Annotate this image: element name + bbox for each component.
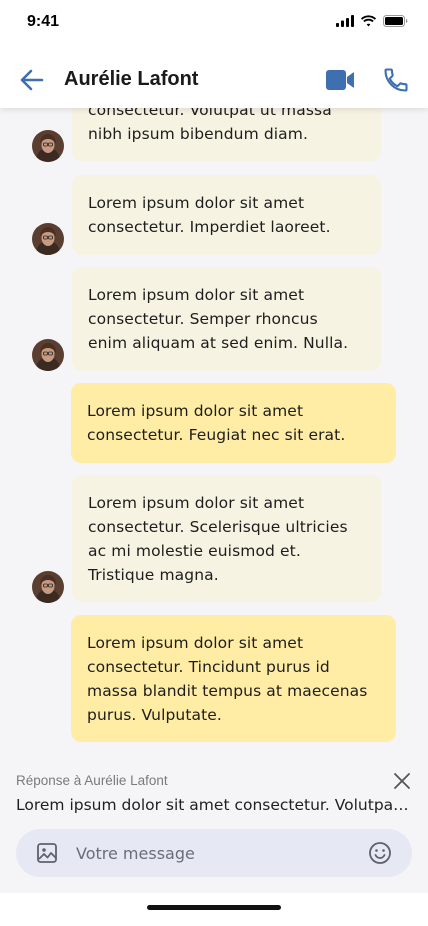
chat-messages[interactable]: consectetur. Volutpat ut massa nibh ipsu… [0,108,428,756]
message-text: Lorem ipsum dolor sit amet consectetur. … [87,402,346,444]
status-time: 9:41 [27,13,60,30]
message-bubble-incoming: Lorem ipsum dolor sit amet consectetur. … [72,475,381,602]
message-bubble-outgoing: Lorem ipsum dolor sit amet consectetur. … [71,615,396,742]
message-bubble-incoming: Lorem ipsum dolor sit amet consectetur. … [72,175,381,255]
avatar [32,339,64,371]
message-bubble-outgoing: Lorem ipsum dolor sit amet consectetur. … [71,383,396,463]
attach-image-button[interactable] [36,842,58,864]
phone-call-button[interactable] [382,66,410,94]
video-camera-icon [326,70,354,90]
avatar [32,130,64,162]
message-text: Lorem ipsum dolor sit amet consectetur. … [88,494,348,584]
home-indicator[interactable] [147,905,281,910]
cellular-signal-icon [336,15,354,27]
avatar [32,223,64,255]
message-text: Lorem ipsum dolor sit amet consectetur. … [87,634,368,724]
battery-icon [383,15,408,27]
contact-avatar-image [32,339,64,371]
video-call-button[interactable] [325,68,355,92]
message-text: Lorem ipsum dolor sit amet consectetur. … [88,194,331,236]
status-icons [336,15,408,27]
contact-avatar-image [32,223,64,255]
contact-avatar-image [32,571,64,603]
emoji-button[interactable] [368,841,392,865]
message-text: Lorem ipsum dolor sit amet consectetur. … [88,286,349,352]
chat-header: Aurélie Lafont [0,48,428,108]
reply-message-preview: Lorem ipsum dolor sit amet consectetur. … [16,796,411,814]
close-reply-button[interactable] [392,771,412,791]
status-bar: 9:41 [0,0,428,48]
wifi-icon [360,15,377,27]
close-icon [394,773,410,789]
message-bubble-incoming: consectetur. Volutpat ut massa nibh ipsu… [72,108,381,161]
contact-name: Aurélie Lafont [64,68,199,90]
reply-label: Réponse à Aurélie Lafont [16,773,168,788]
message-input[interactable] [76,839,356,867]
reply-preview: Réponse à Aurélie Lafont Lorem ipsum dol… [0,756,428,826]
message-bubble-incoming: Lorem ipsum dolor sit amet consectetur. … [72,267,381,371]
phone-icon [384,68,408,92]
contact-avatar-image [32,130,64,162]
message-text: consectetur. Volutpat ut massa nibh ipsu… [88,108,332,143]
arrow-left-icon [20,69,44,91]
image-icon [37,843,57,863]
avatar [32,571,64,603]
message-composer [16,829,412,877]
emoji-icon [369,842,391,864]
back-button[interactable] [18,66,46,94]
